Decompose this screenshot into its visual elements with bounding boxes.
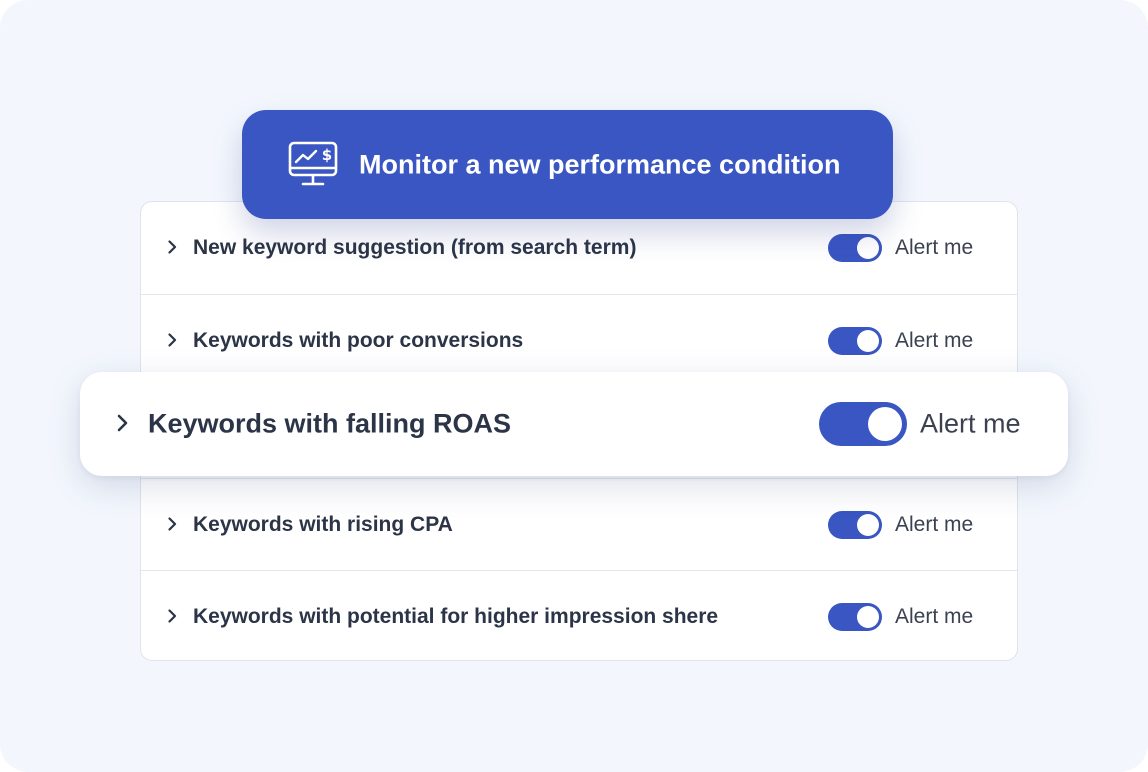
condition-row[interactable]: Keywords with potential for higher impre… [141,570,1017,662]
alert-toggle-label: Alert me [920,408,1021,439]
toggle-knob [857,329,879,352]
toggle-knob [857,513,879,536]
condition-label: Keywords with potential for higher impre… [193,604,719,628]
svg-text:$: $ [322,146,332,164]
chevron-right-icon[interactable] [167,332,177,347]
alert-toggle[interactable] [828,326,882,355]
alert-toggle-label: Alert me [895,236,974,259]
monitor-new-condition-button[interactable]: $ Monitor a new performance condition [242,110,893,219]
page-background: New keyword suggestion (from search term… [0,0,1148,772]
monitor-new-condition-label: Monitor a new performance condition [359,149,841,179]
toggle-knob [857,605,879,628]
alert-toggle[interactable] [828,510,882,539]
alert-toggle[interactable] [828,602,882,631]
condition-label: New keyword suggestion (from search term… [193,236,637,259]
condition-label: Keywords with rising CPA [193,512,453,536]
monitor-dollar-icon: $ [288,141,338,186]
alert-toggle-label: Alert me [895,604,974,628]
condition-row[interactable]: Keywords with rising CPA Alert me [141,478,1017,570]
toggle-knob [857,237,879,259]
condition-label: Keywords with falling ROAS [148,408,512,439]
condition-row-highlighted[interactable]: Keywords with falling ROAS Alert me [80,372,1068,476]
alert-toggle[interactable] [819,402,907,446]
alert-toggle-label: Alert me [895,328,974,352]
chevron-right-icon[interactable] [167,608,177,623]
chevron-right-icon[interactable] [116,414,128,432]
alert-toggle-label: Alert me [895,512,974,536]
chevron-right-icon[interactable] [167,516,177,531]
alert-toggle[interactable] [828,234,882,262]
chevron-right-icon[interactable] [167,240,177,254]
toggle-knob [868,407,902,441]
condition-label: Keywords with poor conversions [193,328,524,352]
